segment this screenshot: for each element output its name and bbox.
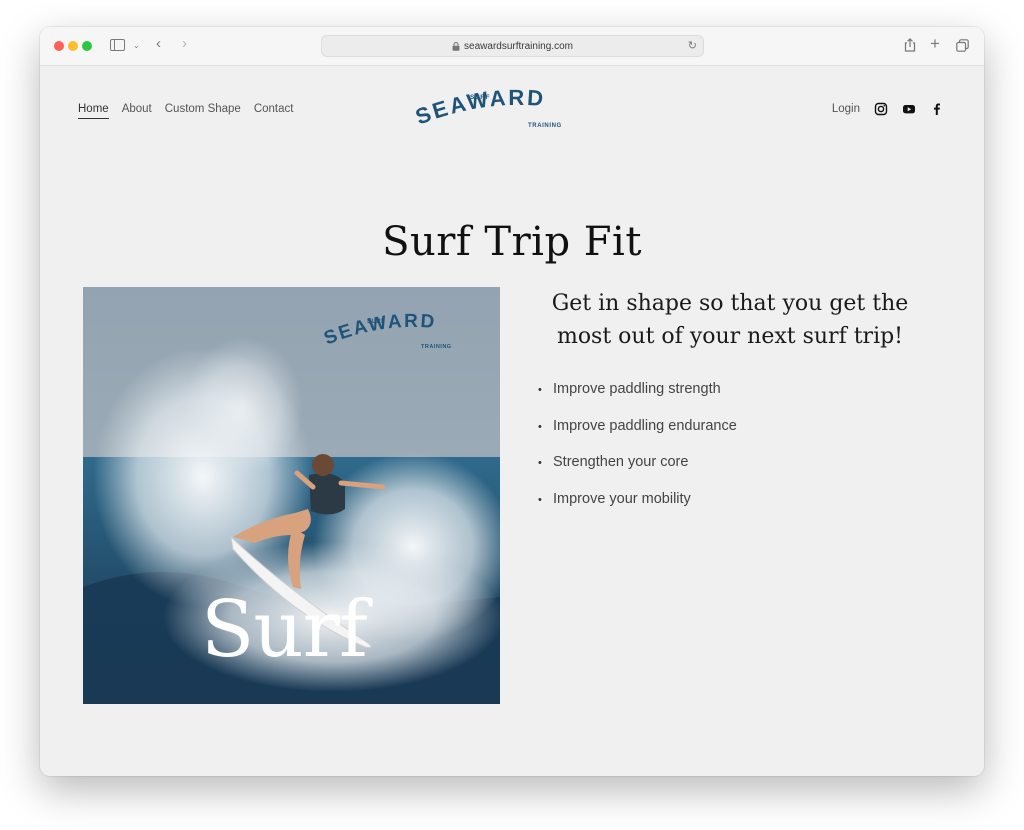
address-bar[interactable]: seawardsurftraining.com ↻ [321,35,704,57]
list-item: • Strengthen your core [538,454,737,491]
benefits-list: • Improve paddling strength • Improve padd… [538,381,737,527]
header-actions: Login [832,102,944,116]
close-window-button[interactable] [54,41,64,51]
browser-window: ⌄ ‹ › seawardsurftraining.com ↻ + Home A… [40,27,984,776]
logo-bottom-text: TRAINING [528,123,562,129]
facebook-icon[interactable] [930,102,944,116]
page-title: Surf Trip Fit [382,219,642,265]
share-icon[interactable] [904,38,916,52]
site-logo[interactable]: SURF SEAWARD TRAINING [413,87,613,135]
lock-icon [452,41,460,51]
hero-logo-bottom: TRAINING [421,344,452,350]
instagram-icon[interactable] [874,102,888,116]
list-item: • Improve paddling strength [538,381,737,418]
chevron-down-icon[interactable]: ⌄ [133,39,140,53]
hero-overlay-text: Surf [201,585,368,675]
new-tab-icon[interactable]: + [930,35,940,52]
back-icon[interactable]: ‹ [156,36,161,51]
forward-icon[interactable]: › [182,36,187,51]
main-nav: Home About Custom Shape Contact [78,103,293,119]
tab-overview-icon[interactable] [956,39,969,52]
nav-custom-shape[interactable]: Custom Shape [165,103,241,119]
nav-about[interactable]: About [122,103,152,119]
bullet-icon: • [538,420,542,433]
list-item-text: Strengthen your core [553,454,689,471]
youtube-icon[interactable] [902,102,916,116]
list-item-text: Improve paddling endurance [553,417,737,434]
logo-main-text: SEAWARD [413,87,547,130]
list-item-text: Improve your mobility [553,490,691,507]
minimize-window-button[interactable] [68,41,78,51]
login-link[interactable]: Login [832,103,860,115]
nav-home[interactable]: Home [78,103,109,119]
browser-toolbar: ⌄ ‹ › seawardsurftraining.com ↻ + [40,27,984,66]
url-text: seawardsurftraining.com [464,40,573,52]
sidebar-toggle-icon[interactable] [110,39,125,51]
zoom-window-button[interactable] [82,41,92,51]
bullet-icon: • [538,457,542,470]
list-item-text: Improve paddling strength [553,381,721,397]
hero-image: SURF SEAWARD TRAINING Surf [83,287,500,704]
bullet-icon: • [538,493,542,506]
subtitle: Get in shape so that you get the most ou… [551,291,909,349]
hero-logo: SURF SEAWARD TRAINING [323,311,452,350]
reload-icon[interactable]: ↻ [688,39,697,52]
list-item: • Improve paddling endurance [538,418,737,455]
bullet-icon: • [538,384,542,396]
list-item: • Improve your mobility [538,491,737,528]
nav-contact[interactable]: Contact [254,103,294,119]
